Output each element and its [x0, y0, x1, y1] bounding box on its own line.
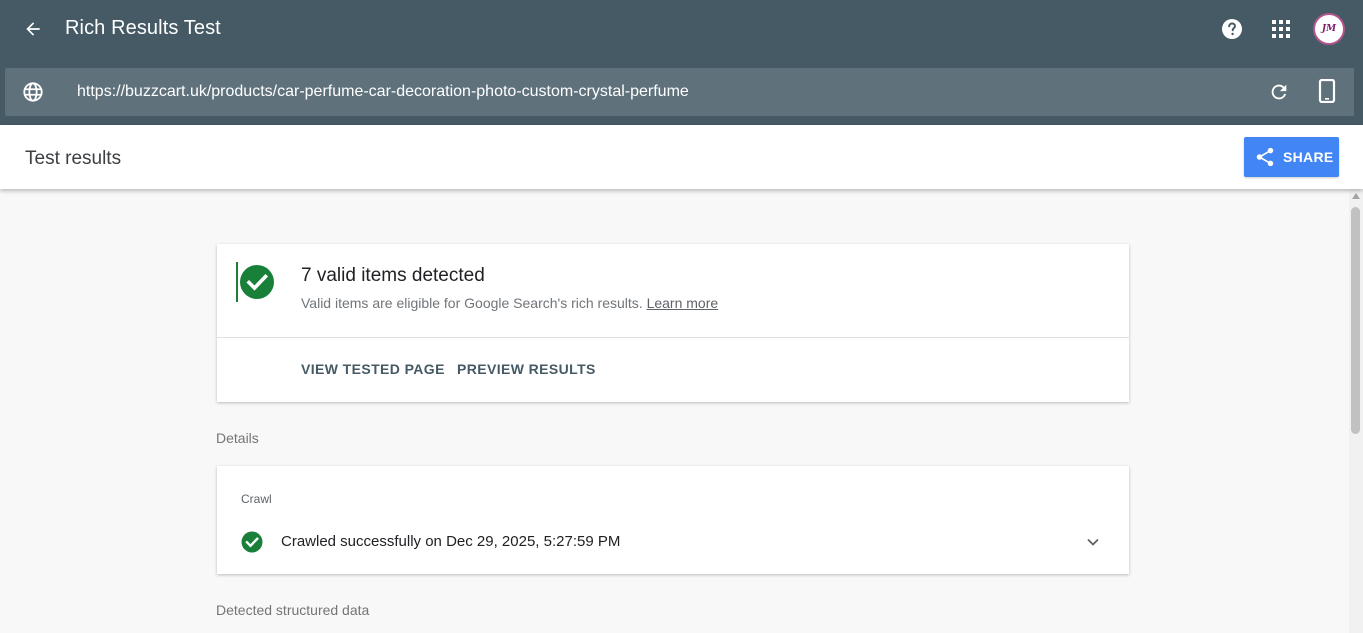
summary-subtext: Valid items are eligible for Google Sear… — [301, 295, 718, 311]
crawl-label: Crawl — [241, 492, 272, 506]
results-title: Test results — [25, 148, 122, 169]
globe-icon — [23, 82, 43, 102]
device-toggle-button[interactable] — [1315, 79, 1339, 103]
avatar-initials: JM — [1321, 24, 1337, 34]
preview-results-button[interactable]: PREVIEW RESULTS — [457, 361, 596, 377]
help-icon — [1222, 19, 1242, 39]
app-title: Rich Results Test — [65, 17, 221, 39]
view-tested-page-button[interactable]: VIEW TESTED PAGE — [301, 361, 445, 377]
reload-icon — [1271, 84, 1287, 100]
title-row: Rich Results Test JM — [0, 0, 1363, 60]
url-bar: https://buzzcart.uk/products/car-perfume… — [5, 68, 1354, 116]
summary-card: 7 valid items detected Valid items are e… — [217, 244, 1129, 402]
apps-button[interactable] — [1268, 16, 1294, 42]
scrollbar-thumb[interactable] — [1351, 207, 1360, 434]
crawl-card[interactable]: Crawl Crawled successfully on Dec 29, 20… — [217, 466, 1129, 574]
scroll-up-arrow-icon[interactable] — [1351, 192, 1361, 200]
crawl-status: Crawled successfully on Dec 29, 2025, 5:… — [281, 533, 621, 550]
valid-items-heading: 7 valid items detected — [301, 265, 485, 286]
summary-accent-bar — [236, 262, 238, 302]
smartphone-icon — [1318, 79, 1336, 103]
divider — [217, 337, 1129, 338]
results-header: Test results SHARE — [0, 125, 1363, 189]
arrow-back-icon — [26, 22, 40, 36]
url-text[interactable]: https://buzzcart.uk/products/car-perfume… — [77, 83, 689, 101]
chevron-down-icon — [1087, 538, 1099, 546]
app-bar: Rich Results Test JM https://buzzcart.uk… — [0, 0, 1363, 125]
reload-button[interactable] — [1267, 80, 1291, 104]
check-circle-icon — [240, 265, 274, 299]
share-icon — [1256, 147, 1274, 167]
learn-more-link[interactable]: Learn more — [647, 295, 719, 311]
structured-data-section-label: Detected structured data — [216, 602, 370, 618]
check-circle-icon — [241, 531, 263, 553]
back-button[interactable] — [18, 14, 48, 44]
summary-description: Valid items are eligible for Google Sear… — [301, 295, 643, 311]
apps-grid-icon — [1272, 20, 1290, 38]
details-section-label: Details — [216, 430, 259, 446]
help-button[interactable] — [1219, 16, 1245, 42]
share-button[interactable]: SHARE — [1244, 137, 1339, 177]
account-avatar[interactable]: JM — [1313, 13, 1345, 45]
share-label: SHARE — [1283, 149, 1334, 165]
expand-button[interactable] — [1081, 530, 1105, 554]
